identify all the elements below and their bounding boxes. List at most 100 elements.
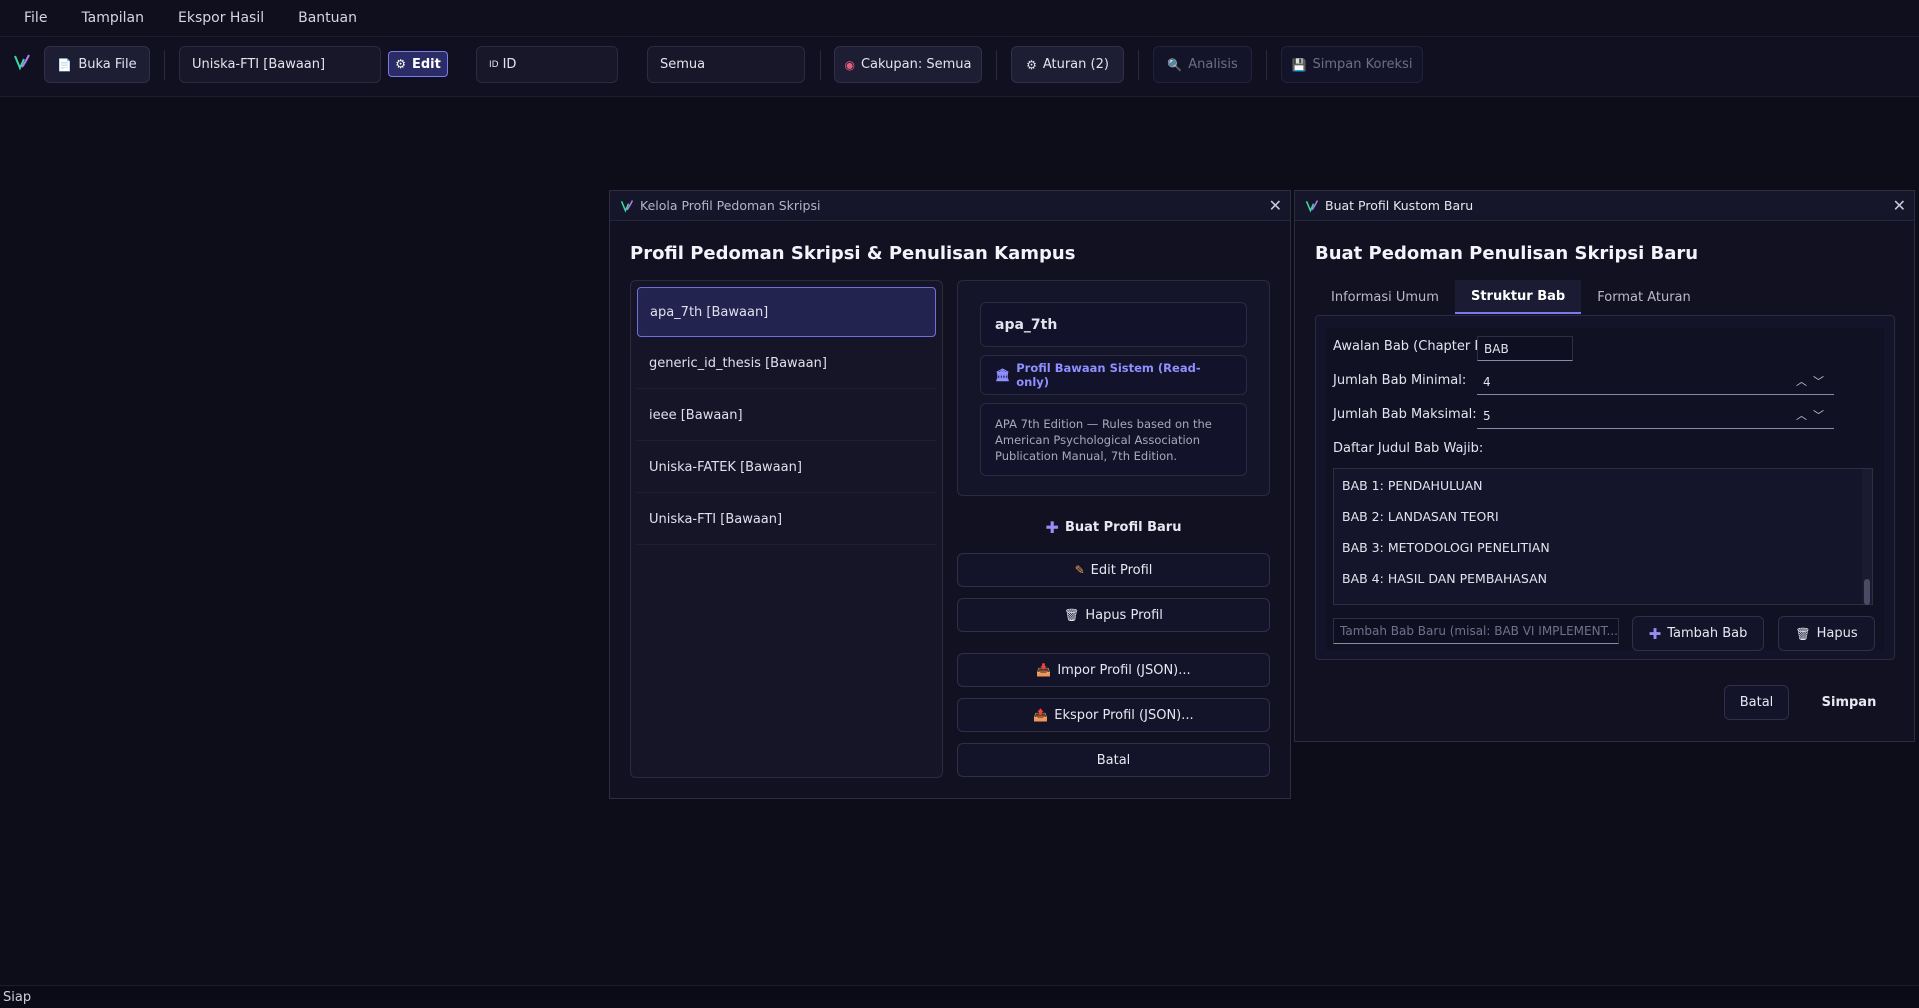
profile-name: ieee [Bawaan]	[649, 408, 743, 423]
delete-profile-button[interactable]: 🗑 Hapus Profil	[957, 598, 1270, 632]
menu-view[interactable]: Tampilan	[71, 10, 154, 26]
open-file-label: Buka File	[78, 57, 137, 72]
cancel-button[interactable]: Batal	[957, 743, 1270, 777]
min-chapters-spinbox[interactable]: 4 ︿﹀	[1477, 370, 1834, 395]
spin-arrows-icon[interactable]: ︿﹀	[1796, 407, 1830, 423]
plus-icon: ✚	[1648, 624, 1662, 643]
toolbar: 📄 Buka File Uniska-FTI [Bawaan] ⚙ Edit I…	[0, 37, 1919, 97]
profile-list-item[interactable]: Uniska-FTI [Bawaan]	[637, 495, 936, 545]
pencil-icon: ✎	[1074, 563, 1085, 577]
chapter-structure-panel: Awalan Bab (Chapter Prefix): BAB Jumlah …	[1315, 315, 1895, 660]
analyze-button[interactable]: 🔍 Analisis	[1153, 46, 1252, 83]
dialog-title: Kelola Profil Pedoman Skripsi	[640, 198, 821, 213]
menu-file[interactable]: File	[14, 10, 57, 26]
add-chapter-input[interactable]: Tambah Bab Baru (misal: BAB VI IMPLEMENT…	[1333, 618, 1619, 644]
profile-detail-name: apa_7th	[995, 316, 1058, 333]
close-icon[interactable]: ✕	[1269, 196, 1282, 215]
target-icon: ◉	[844, 57, 855, 72]
scrollbar[interactable]	[1862, 469, 1872, 605]
bank-icon: 🏛	[995, 368, 1011, 382]
search-icon: 🔍	[1167, 57, 1183, 72]
required-chapters-list[interactable]: BAB 1: PENDAHULUAN BAB 2: LANDASAN TEORI…	[1333, 468, 1873, 605]
tab-label: Struktur Bab	[1470, 288, 1566, 304]
status-bar: Siap	[0, 985, 1919, 1008]
scope-button[interactable]: ◉ Cakupan: Semua	[834, 46, 982, 83]
dialog-titlebar: Kelola Profil Pedoman Skripsi ✕	[610, 191, 1290, 221]
rules-label: Aturan (2)	[1042, 57, 1109, 72]
menu-export[interactable]: Ekspor Hasil	[168, 10, 274, 26]
analyze-label: Analisis	[1188, 57, 1238, 72]
max-chapters-value: 5	[1483, 409, 1491, 423]
remove-chapter-button[interactable]: 🗑 Hapus	[1778, 616, 1875, 651]
tab-general-info[interactable]: Informasi Umum	[1315, 280, 1455, 314]
save-corrections-button[interactable]: 💾 Simpan Koreksi	[1281, 46, 1423, 83]
chapter-structure-form: Awalan Bab (Chapter Prefix): BAB Jumlah …	[1326, 328, 1884, 651]
profile-name: Uniska-FTI [Bawaan]	[649, 512, 783, 527]
language-select[interactable]: ID ID	[476, 46, 618, 83]
export-profile-button[interactable]: 📤 Ekspor Profil (JSON)...	[957, 698, 1270, 732]
menu-help[interactable]: Bantuan	[288, 10, 367, 26]
tab-chapter-structure[interactable]: Struktur Bab	[1454, 280, 1582, 314]
floppy-icon: 💾	[1291, 57, 1307, 72]
filter-select[interactable]: Semua	[647, 46, 805, 83]
profile-list-item[interactable]: apa_7th [Bawaan]	[637, 287, 936, 337]
save-label: Simpan	[1821, 695, 1877, 710]
app-logo-icon	[620, 199, 634, 213]
prefix-input[interactable]: BAB	[1477, 336, 1573, 361]
rules-button[interactable]: ⚙ Aturan (2)	[1011, 46, 1124, 83]
file-icon: 📄	[57, 57, 73, 72]
language-value: ID	[502, 57, 517, 72]
import-profile-button[interactable]: 📥 Impor Profil (JSON)...	[957, 653, 1270, 687]
trash-icon: 🗑	[1795, 626, 1811, 641]
scrollbar-thumb[interactable]	[1864, 579, 1870, 605]
save-button[interactable]: Simpan	[1804, 685, 1894, 720]
profile-list-item[interactable]: ieee [Bawaan]	[637, 391, 936, 441]
list-item[interactable]: BAB 3: METODOLOGI PENELITIAN	[1342, 540, 1550, 555]
gear-icon: ⚙	[1026, 57, 1037, 72]
profile-list[interactable]: apa_7th [Bawaan] generic_id_thesis [Bawa…	[630, 280, 943, 778]
min-chapters-value: 4	[1483, 375, 1491, 389]
list-item[interactable]: BAB 4: HASIL DAN PEMBAHASAN	[1342, 571, 1547, 586]
profile-list-item[interactable]: generic_id_thesis [Bawaan]	[637, 339, 936, 389]
open-file-button[interactable]: 📄 Buka File	[44, 46, 150, 83]
list-item[interactable]: BAB 2: LANDASAN TEORI	[1342, 509, 1499, 524]
dialog-titlebar: Buat Profil Kustom Baru ✕	[1295, 191, 1914, 221]
max-chapters-spinbox[interactable]: 5 ︿﹀	[1477, 404, 1834, 429]
filter-value: Semua	[660, 57, 706, 72]
tab-format-rules[interactable]: Format Aturan	[1581, 280, 1707, 314]
outbox-icon: 📤	[1033, 708, 1049, 722]
readonly-badge-text: Profil Bawaan Sistem (Read-only)	[1016, 361, 1201, 389]
profile-name: generic_id_thesis [Bawaan]	[649, 356, 827, 371]
profile-description-box: APA 7th Edition — Rules based on the Ame…	[980, 403, 1247, 476]
toolbar-separator	[164, 50, 165, 80]
readonly-badge: 🏛 Profil Bawaan Sistem (Read-only)	[980, 355, 1247, 395]
profile-list-item[interactable]: Uniska-FATEK [Bawaan]	[637, 443, 936, 493]
edit-label: Edit	[411, 56, 441, 72]
gear-icon: ⚙	[395, 57, 406, 71]
app-logo-icon	[1305, 199, 1319, 213]
toolbar-separator	[1138, 50, 1139, 80]
tab-label: Format Aturan	[1597, 289, 1691, 305]
spin-arrows-icon[interactable]: ︿﹀	[1796, 373, 1830, 389]
cancel-button[interactable]: Batal	[1724, 685, 1789, 720]
profile-select[interactable]: Uniska-FTI [Bawaan]	[179, 46, 381, 83]
edit-profile-label: Edit Profil	[1090, 562, 1153, 578]
manage-profiles-dialog: Kelola Profil Pedoman Skripsi ✕ Profil P…	[609, 190, 1291, 799]
dialog-title: Buat Profil Kustom Baru	[1325, 198, 1474, 213]
add-chapter-label: Tambah Bab	[1667, 626, 1748, 641]
list-item[interactable]: BAB 1: PENDAHULUAN	[1342, 478, 1483, 493]
edit-profile-button[interactable]: ✎ Edit Profil	[957, 553, 1270, 587]
inbox-icon: 📥	[1036, 663, 1052, 677]
new-profile-button[interactable]: ✚ Buat Profil Baru	[957, 510, 1270, 544]
cancel-label: Batal	[1739, 695, 1774, 710]
required-chapters-label: Daftar Judul Bab Wajib:	[1333, 441, 1484, 456]
close-icon[interactable]: ✕	[1893, 196, 1906, 215]
edit-profile-button[interactable]: ⚙ Edit	[388, 51, 448, 77]
profile-name-box: apa_7th	[980, 302, 1247, 347]
prefix-value: BAB	[1484, 341, 1509, 356]
add-chapter-button[interactable]: ✚ Tambah Bab	[1632, 616, 1764, 651]
trash-icon: 🗑	[1064, 608, 1080, 622]
save-corrections-label: Simpan Koreksi	[1312, 57, 1413, 72]
plus-icon: ✚	[1045, 517, 1059, 537]
max-chapters-label: Jumlah Bab Maksimal:	[1333, 407, 1477, 422]
